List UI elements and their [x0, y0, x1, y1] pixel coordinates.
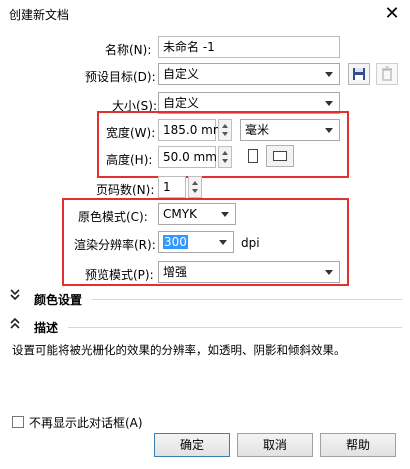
dont-show-checkbox[interactable] — [12, 416, 24, 428]
pages-stepper[interactable] — [188, 176, 202, 198]
chevron-down-icon — [325, 128, 333, 133]
pages-label: 页码数(N): — [96, 183, 155, 197]
double-chevron-up-icon — [10, 317, 20, 329]
cancel-button[interactable]: 取消 — [237, 433, 313, 457]
preview-select[interactable]: 增强 — [158, 261, 340, 283]
divider — [68, 327, 402, 328]
chevron-down-icon — [325, 270, 333, 275]
color-mode-select[interactable]: CMYK — [158, 203, 236, 225]
floppy-disk-icon — [353, 68, 365, 80]
size-select-value: 自定义 — [163, 96, 200, 110]
resolution-combo[interactable]: 300 — [158, 231, 234, 253]
width-input[interactable]: 185.0 mm — [158, 119, 225, 141]
chevron-down-icon — [221, 212, 229, 217]
preview-label: 预览模式(P): — [85, 268, 154, 282]
chevron-down-icon — [219, 240, 227, 245]
unit-select-value: 毫米 — [245, 123, 270, 137]
resolution-unit: dpi — [241, 236, 260, 250]
help-button[interactable]: 帮助 — [320, 433, 396, 457]
dont-show-label: 不再显示此对话框(A) — [29, 416, 143, 430]
color-mode-value: CMYK — [163, 207, 197, 221]
name-label: 名称(N): — [105, 43, 152, 57]
resolution-label: 渲染分辨率(R): — [74, 238, 156, 252]
ok-button[interactable]: 确定 — [154, 433, 230, 457]
color-settings-header[interactable]: 颜色设置 — [34, 291, 82, 308]
portrait-orientation-icon[interactable] — [248, 149, 258, 163]
expand-icon[interactable] — [10, 289, 20, 304]
resolution-value: 300 — [163, 235, 188, 249]
chevron-down-icon — [325, 72, 333, 77]
height-stepper[interactable] — [218, 146, 232, 168]
color-mode-label: 原色模式(C): — [78, 210, 148, 224]
height-label: 高度(H): — [106, 153, 153, 167]
collapse-icon[interactable] — [10, 317, 20, 333]
double-chevron-down-icon — [10, 289, 20, 301]
preset-select-value: 自定义 — [163, 67, 200, 81]
preview-value: 增强 — [163, 265, 188, 279]
divider — [92, 299, 402, 300]
height-input[interactable]: 50.0 mm — [158, 146, 217, 168]
close-icon[interactable]: ✕ — [381, 3, 403, 25]
landscape-orientation-icon — [273, 151, 287, 161]
landscape-orientation-button[interactable] — [266, 145, 294, 167]
description-header[interactable]: 描述 — [34, 319, 58, 336]
save-preset-button[interactable] — [348, 63, 370, 85]
width-label: 宽度(W): — [106, 126, 156, 140]
description-text: 设置可能将被光栅化的效果的分辨率，如透明、阴影和倾斜效果。 — [12, 343, 346, 357]
unit-select[interactable]: 毫米 — [240, 119, 340, 141]
delete-preset-button[interactable] — [376, 63, 398, 85]
preset-label: 预设目标(D): — [85, 70, 156, 84]
window-title: 创建新文档 — [9, 8, 70, 22]
name-input[interactable]: 未命名 -1 — [158, 36, 340, 58]
preset-select[interactable]: 自定义 — [158, 63, 340, 85]
width-stepper[interactable] — [218, 119, 232, 141]
pages-input[interactable]: 1 — [158, 176, 186, 198]
chevron-down-icon — [325, 101, 333, 106]
trash-icon — [382, 66, 392, 81]
